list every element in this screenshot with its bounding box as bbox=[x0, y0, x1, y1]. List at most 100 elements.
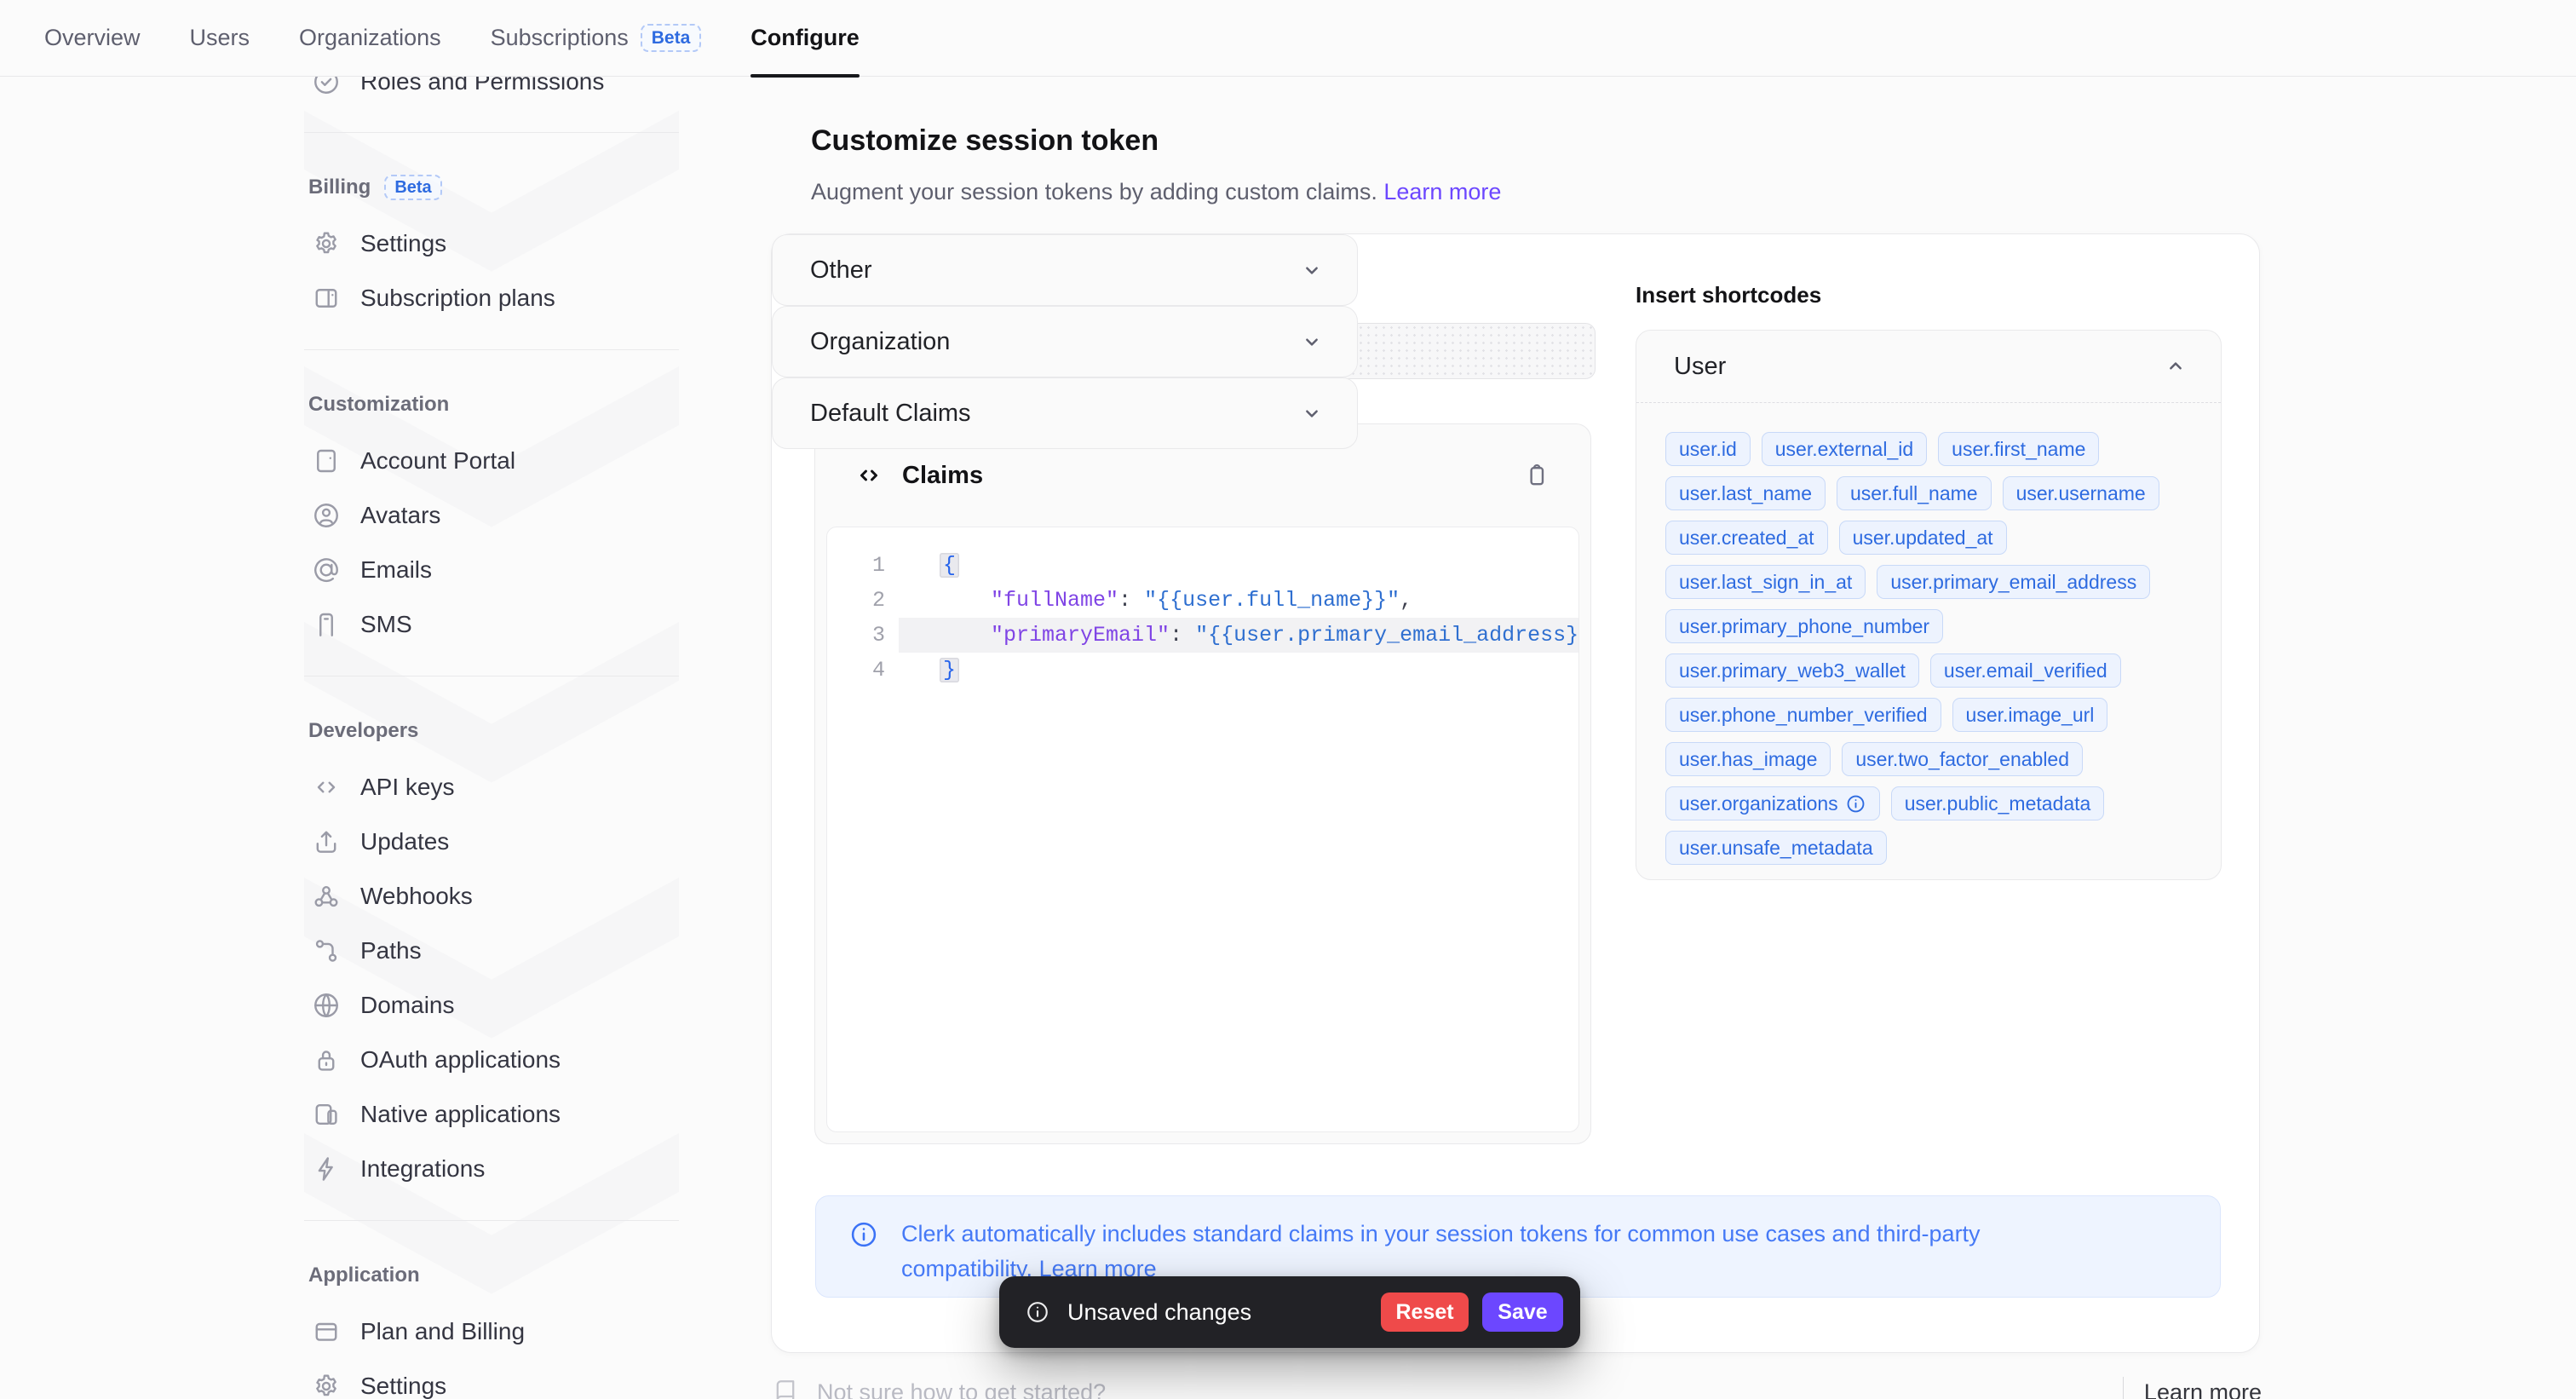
shortcode-chip-user-created-at[interactable]: user.created_at bbox=[1665, 521, 1828, 555]
lock-icon bbox=[311, 1045, 342, 1075]
chip-row: user.phone_number_verified user.image_url bbox=[1665, 698, 2192, 732]
sidebar-item-paths[interactable]: Paths bbox=[304, 934, 679, 968]
sidebar-item-settings[interactable]: Settings bbox=[304, 1369, 679, 1399]
sidebar-item-avatars[interactable]: Avatars bbox=[304, 498, 679, 533]
shortcode-chip-label: user.unsafe_metadata bbox=[1679, 837, 1873, 860]
plans-icon bbox=[311, 283, 342, 314]
code-line-content: { bbox=[899, 548, 1578, 583]
sidebar-item-label: Paths bbox=[360, 937, 422, 964]
sidebar-item-label: OAuth applications bbox=[360, 1046, 561, 1074]
sidebar-item-label: Emails bbox=[360, 556, 432, 584]
accordion-default-claims[interactable]: Default Claims bbox=[772, 377, 1358, 449]
nav-item-configure[interactable]: Configure bbox=[750, 0, 860, 77]
accordion-user-label: User bbox=[1674, 353, 1726, 381]
shortcode-chip-user-last-name[interactable]: user.last_name bbox=[1665, 476, 1826, 510]
accordion-user[interactable]: User bbox=[1636, 331, 2221, 402]
shortcode-chip-user-two-factor-enabled[interactable]: user.two_factor_enabled bbox=[1842, 742, 2083, 776]
nav-item-overview[interactable]: Overview bbox=[44, 0, 141, 77]
learn-more-link[interactable]: Learn more bbox=[1383, 179, 1501, 204]
footer-learn-more-link[interactable]: Learn more bbox=[2144, 1379, 2262, 1399]
shortcode-chip-user-has-image[interactable]: user.has_image bbox=[1665, 742, 1831, 776]
sidebar-item-label: Subscription plans bbox=[360, 285, 555, 312]
nav-item-label: Users bbox=[190, 25, 250, 51]
shortcode-chip-label: user.full_name bbox=[1850, 482, 1978, 505]
shortcode-chip-user-phone-number-verified[interactable]: user.phone_number_verified bbox=[1665, 698, 1941, 732]
save-button[interactable]: Save bbox=[1482, 1292, 1563, 1332]
nav-item-users[interactable]: Users bbox=[190, 0, 250, 77]
sidebar-section-label: Application bbox=[308, 1264, 420, 1287]
accordion-organization[interactable]: Organization bbox=[772, 306, 1358, 377]
sidebar-section-label: Developers bbox=[308, 719, 418, 743]
sidebar-item-label: Settings bbox=[360, 1373, 446, 1399]
code-line-content: } bbox=[899, 653, 1578, 688]
shortcode-chip-label: user.first_name bbox=[1952, 438, 2085, 461]
description-text: Augment your session tokens by adding cu… bbox=[811, 179, 1377, 204]
shortcode-chip-user-primary-web3-wallet[interactable]: user.primary_web3_wallet bbox=[1665, 653, 1919, 688]
sidebar-item-label: Plan and Billing bbox=[360, 1318, 525, 1345]
gear-icon bbox=[311, 228, 342, 259]
sidebar-item-subscription-plans[interactable]: Subscription plans bbox=[304, 281, 679, 315]
accordion-label: Organization bbox=[810, 328, 950, 356]
shortcode-chip-user-updated-at[interactable]: user.updated_at bbox=[1839, 521, 2007, 555]
chip-row: user.organizations user.public_metadata bbox=[1665, 786, 2192, 820]
shortcode-chip-user-organizations[interactable]: user.organizations bbox=[1665, 786, 1880, 820]
code-line-number: 1 bbox=[827, 548, 899, 583]
sidebar-item-label: Native applications bbox=[360, 1101, 561, 1128]
reset-button[interactable]: Reset bbox=[1381, 1292, 1469, 1332]
sidebar-item-domains[interactable]: Domains bbox=[304, 988, 679, 1022]
shortcode-chip-user-first-name[interactable]: user.first_name bbox=[1938, 432, 2099, 466]
avatar-icon bbox=[311, 500, 342, 531]
shortcode-chip-user-unsafe-metadata[interactable]: user.unsafe_metadata bbox=[1665, 831, 1887, 865]
accordion-label: Other bbox=[810, 256, 872, 285]
sidebar-section-items: Plan and Billing Settings bbox=[304, 1315, 679, 1399]
beta-badge: Beta bbox=[641, 24, 702, 52]
paths-icon bbox=[311, 936, 342, 966]
sidebar-item-oauth-applications[interactable]: OAuth applications bbox=[304, 1043, 679, 1077]
shortcode-chip-user-primary-email-address[interactable]: user.primary_email_address bbox=[1877, 565, 2150, 599]
sidebar-item-sms[interactable]: SMS bbox=[304, 607, 679, 642]
shortcode-chip-user-image-url[interactable]: user.image_url bbox=[1952, 698, 2108, 732]
phone-icon bbox=[311, 609, 342, 640]
shortcode-chip-user-last-sign-in-at[interactable]: user.last_sign_in_at bbox=[1665, 565, 1866, 599]
sidebar-item-native-applications[interactable]: Native applications bbox=[304, 1097, 679, 1131]
shortcode-chip-user-email-verified[interactable]: user.email_verified bbox=[1930, 653, 2121, 688]
claims-title: Claims bbox=[902, 462, 983, 490]
shortcode-chip-label: user.updated_at bbox=[1853, 527, 1993, 550]
sidebar-item-label: Settings bbox=[360, 230, 446, 257]
shortcode-chip-user-public-metadata[interactable]: user.public_metadata bbox=[1891, 786, 2105, 820]
sidebar-item-account-portal[interactable]: Account Portal bbox=[304, 444, 679, 478]
chevron-down-icon bbox=[1299, 329, 1325, 354]
chevron-down-icon bbox=[1299, 400, 1325, 426]
sidebar-item-plan-and-billing[interactable]: Plan and Billing bbox=[304, 1315, 679, 1349]
sidebar-item-emails[interactable]: Emails bbox=[304, 553, 679, 587]
shortcode-chip-label: user.primary_phone_number bbox=[1679, 615, 1929, 638]
chip-row: user.primary_phone_number bbox=[1665, 609, 2192, 643]
copy-icon[interactable] bbox=[1522, 461, 1551, 490]
nav-item-subscriptions[interactable]: SubscriptionsBeta bbox=[491, 0, 702, 77]
sidebar-section-label: Customization bbox=[308, 393, 449, 417]
claims-editor[interactable]: 1{2 "fullName": "{{user.full_name}}",3 "… bbox=[826, 527, 1579, 1132]
shortcode-chip-user-primary-phone-number[interactable]: user.primary_phone_number bbox=[1665, 609, 1943, 643]
shortcode-chip-user-id[interactable]: user.id bbox=[1665, 432, 1751, 466]
shortcode-chip-user-external-id[interactable]: user.external_id bbox=[1762, 432, 1927, 466]
chip-row: user.unsafe_metadata bbox=[1665, 831, 2192, 865]
info-icon bbox=[1845, 793, 1866, 815]
shortcode-chip-label: user.primary_email_address bbox=[1890, 571, 2136, 594]
accordion-other[interactable]: Other bbox=[772, 234, 1358, 306]
code-line: 1{ bbox=[827, 548, 1578, 583]
shortcode-chip-label: user.primary_web3_wallet bbox=[1679, 659, 1906, 682]
chevron-up-icon bbox=[2163, 354, 2188, 379]
sidebar-item-api-keys[interactable]: API keys bbox=[304, 770, 679, 804]
shortcode-chip-user-username[interactable]: user.username bbox=[2003, 476, 2159, 510]
sidebar-item-updates[interactable]: Updates bbox=[304, 825, 679, 859]
sidebar-item-settings[interactable]: Settings bbox=[304, 227, 679, 261]
code-line-content: "primaryEmail": "{{user.primary_email_ad… bbox=[899, 618, 1578, 653]
sidebar-item-integrations[interactable]: Integrations bbox=[304, 1152, 679, 1186]
footer-divider bbox=[2123, 1377, 2124, 1399]
code-line-number: 2 bbox=[827, 583, 899, 618]
nav-item-organizations[interactable]: Organizations bbox=[299, 0, 441, 77]
shortcode-chip-label: user.organizations bbox=[1679, 792, 1838, 815]
sidebar-item-webhooks[interactable]: Webhooks bbox=[304, 879, 679, 913]
shortcode-chip-user-full-name[interactable]: user.full_name bbox=[1837, 476, 1992, 510]
chip-row: user.has_image user.two_factor_enabled bbox=[1665, 742, 2192, 776]
